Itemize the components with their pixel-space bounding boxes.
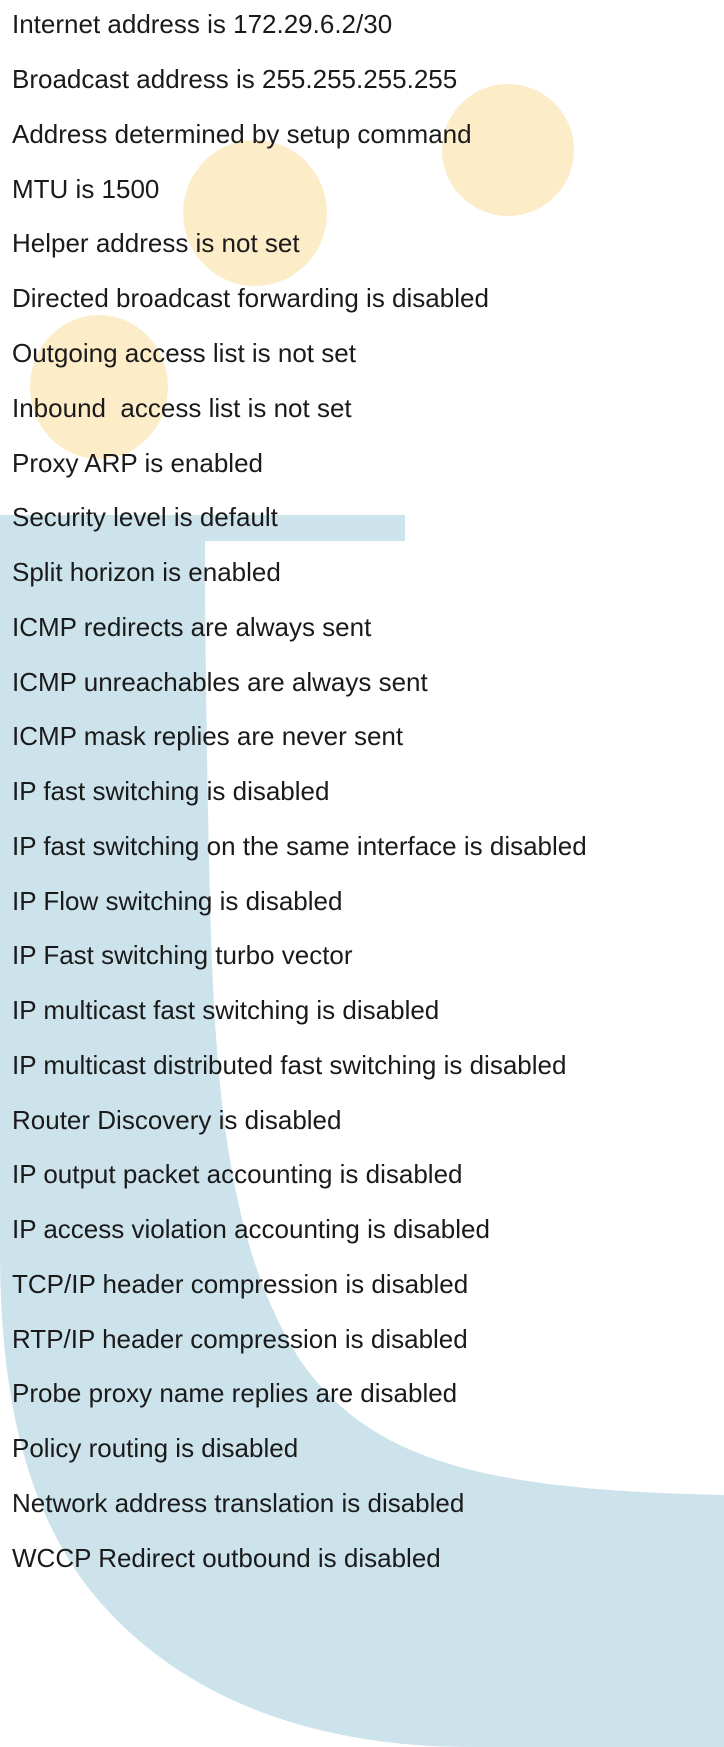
config-line: ICMP mask replies are never sent [12, 721, 404, 751]
config-line: IP fast switching on the same interface … [12, 831, 587, 861]
config-line: Security level is default [12, 502, 278, 532]
config-line: IP output packet accounting is disabled [12, 1159, 463, 1189]
config-line: Network address translation is disabled [12, 1488, 465, 1518]
config-line: MTU is 1500 [12, 174, 160, 204]
config-line: IP access violation accounting is disabl… [12, 1214, 490, 1244]
config-line: Helper address is not set [12, 228, 300, 258]
config-line: Policy routing is disabled [12, 1433, 299, 1463]
background-u-shape [0, 515, 724, 1747]
config-line: Address determined by setup command [12, 119, 472, 149]
config-line: Probe proxy name replies are disabled [12, 1378, 458, 1408]
config-line: TCP/IP header compression is disabled [12, 1269, 469, 1299]
config-line: IP Flow switching is disabled [12, 886, 343, 916]
config-line: Router Discovery is disabled [12, 1105, 342, 1135]
config-line: WCCP Redirect outbound is disabled [12, 1543, 441, 1573]
config-line: Inbound access list is not set [12, 393, 352, 423]
background-circle [183, 140, 327, 286]
config-line: ICMP unreachables are always sent [12, 667, 428, 697]
config-line: IP fast switching is disabled [12, 776, 330, 806]
config-line: IP Fast switching turbo vector [12, 940, 353, 970]
background-circle [30, 315, 168, 459]
config-line: RTP/IP header compression is disabled [12, 1324, 468, 1354]
config-line: Split horizon is enabled [12, 557, 281, 587]
config-line: Proxy ARP is enabled [12, 448, 263, 478]
config-line: ICMP redirects are always sent [12, 612, 372, 642]
config-line: IP multicast distributed fast switching … [12, 1050, 567, 1080]
config-line: Outgoing access list is not set [12, 338, 356, 368]
background-circle [442, 84, 574, 216]
config-line: Broadcast address is 255.255.255.255 [12, 64, 458, 94]
config-line: IP multicast fast switching is disabled [12, 995, 440, 1025]
page: Internet address is 172.29.6.2/30 Broadc… [0, 0, 724, 1747]
config-line: Directed broadcast forwarding is disable… [12, 283, 489, 313]
config-line: Internet address is 172.29.6.2/30 [12, 9, 393, 39]
